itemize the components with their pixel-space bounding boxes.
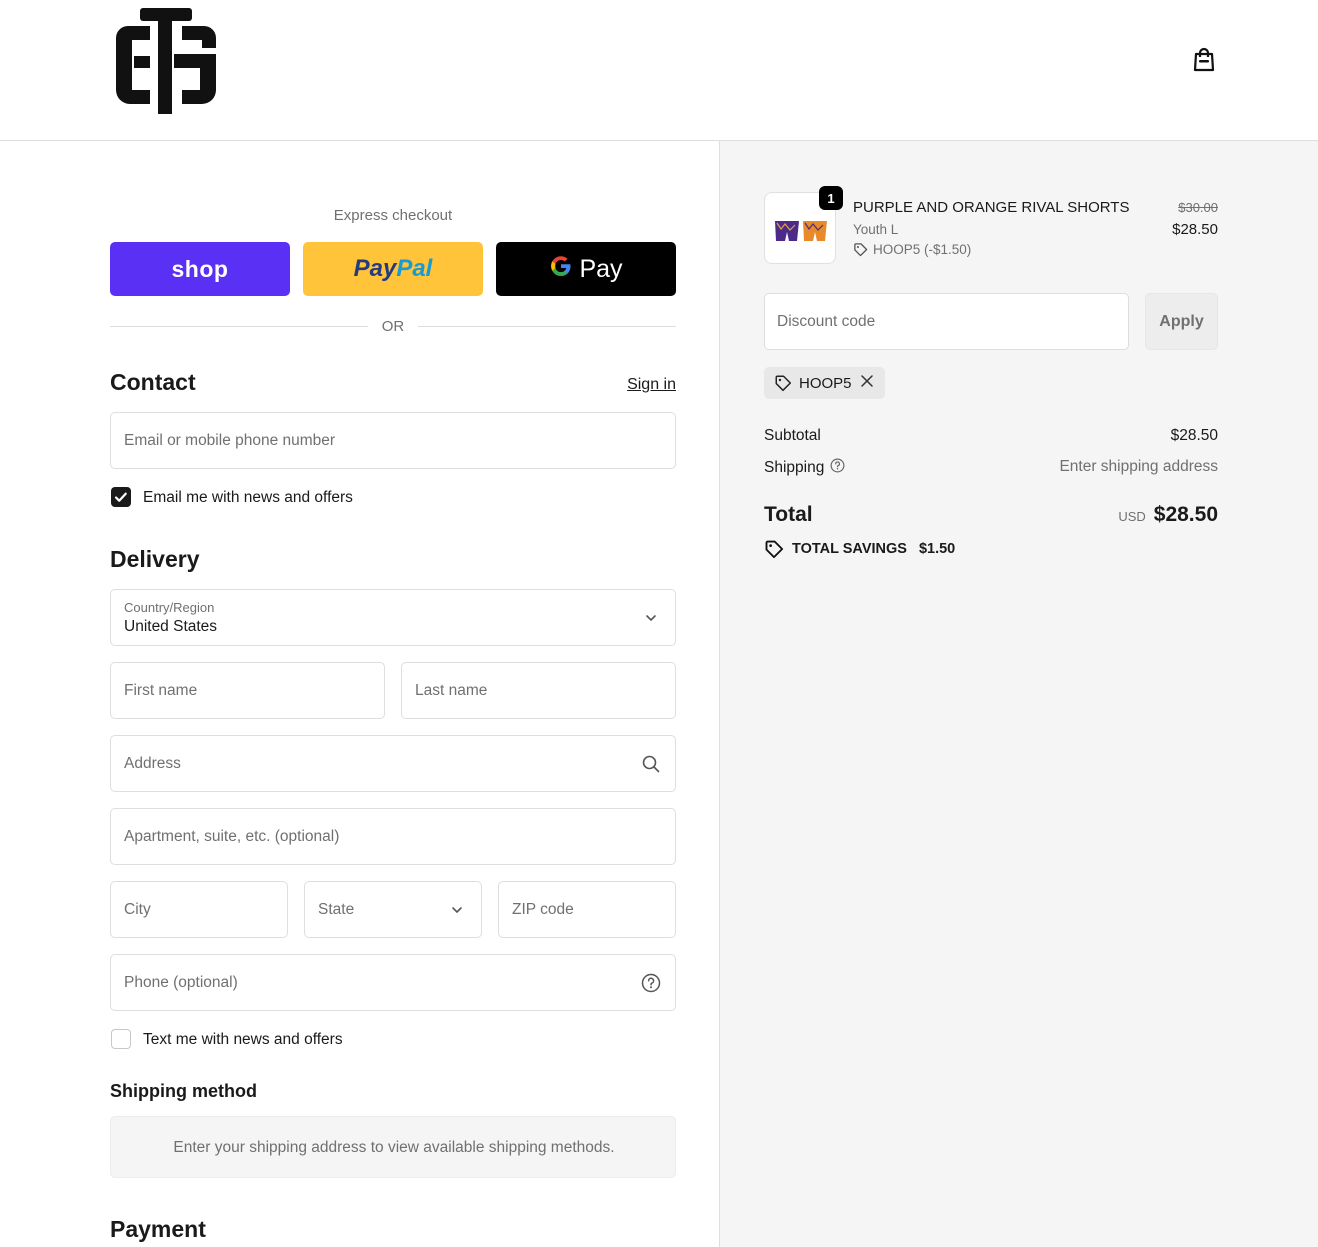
shipping-label: Shipping: [764, 459, 825, 476]
paypal-button[interactable]: Pay Pal: [303, 242, 483, 296]
remove-discount-close-icon[interactable]: [859, 373, 875, 393]
country-label: Country/Region: [124, 600, 215, 615]
address-field[interactable]: Address: [110, 735, 676, 792]
chevron-down-icon: [641, 608, 661, 628]
apartment-placeholder: Apartment, suite, etc. (optional): [124, 828, 340, 845]
product-original-price: $30.00: [1178, 200, 1218, 215]
divider-line-right: [418, 326, 676, 327]
contact-title: Contact: [110, 369, 196, 395]
google-g-icon: [549, 254, 573, 285]
payment-title: Payment: [110, 1216, 206, 1242]
monogram-logo-icon: [116, 8, 216, 114]
chevron-down-icon: [447, 900, 467, 920]
shipping-label-row: Shipping: [764, 458, 845, 478]
subtotal-value: $28.50: [1170, 427, 1218, 444]
zip-field[interactable]: ZIP code: [498, 881, 676, 938]
paypal-label-part1: Pay: [353, 255, 397, 282]
total-savings-value: $1.50: [918, 541, 956, 557]
tag-icon: [765, 540, 784, 559]
shipping-method-message: Enter your shipping address to view avai…: [173, 1139, 615, 1156]
shop-pay-button[interactable]: shop: [110, 242, 290, 296]
discount-code-input[interactable]: Discount code: [764, 293, 1129, 350]
product-name: PURPLE AND ORANGE RIVAL SHORTS: [853, 199, 1130, 216]
applied-discount-code: HOOP5: [799, 374, 852, 392]
apply-discount-button[interactable]: Apply: [1145, 293, 1218, 350]
first-name-placeholder: First name: [124, 682, 198, 699]
google-pay-label: Pay: [579, 254, 623, 283]
country-select[interactable]: Country/Region United States: [110, 589, 676, 646]
apartment-field[interactable]: Apartment, suite, etc. (optional): [110, 808, 676, 865]
first-name-field[interactable]: First name: [110, 662, 385, 719]
email-opt-in-label: Email me with news and offers: [143, 489, 353, 506]
tag-icon: [854, 243, 868, 257]
express-checkout-label: Express checkout: [333, 207, 453, 224]
zip-placeholder: ZIP code: [512, 901, 574, 918]
shipping-value: Enter shipping address: [1059, 458, 1218, 475]
product-discount: HOOP5 (-$1.50): [853, 242, 971, 257]
total-value: $28.50: [1153, 503, 1218, 526]
email-opt-in-checkbox[interactable]: [111, 487, 131, 507]
last-name-field[interactable]: Last name: [401, 662, 676, 719]
product-discount-text: HOOP5 (-$1.50): [873, 242, 972, 257]
discount-code-placeholder: Discount code: [777, 313, 876, 330]
checkout-form: Express checkout shop Pay Pal Pay OR Cont…: [0, 141, 719, 1247]
help-circle-icon[interactable]: [830, 458, 845, 478]
total-savings-label: TOTAL SAVINGS: [792, 541, 907, 557]
search-icon: [641, 754, 661, 774]
phone-placeholder: Phone (optional): [124, 974, 238, 991]
state-placeholder: State: [318, 901, 355, 918]
quantity-badge: 1: [819, 186, 843, 210]
shipping-method-title: Shipping method: [110, 1081, 257, 1101]
or-divider: OR: [110, 317, 676, 337]
order-summary: 1 PURPLE AND ORANGE RIVAL SHORTS Youth L…: [719, 141, 1318, 1247]
product-price: $28.50: [1172, 221, 1218, 238]
total-value-row: USD $28.50: [1020, 503, 1218, 527]
state-select[interactable]: State: [304, 881, 482, 938]
currency-code: USD: [1118, 509, 1146, 524]
tag-icon: [775, 375, 792, 392]
city-placeholder: City: [124, 901, 151, 918]
subtotal-label: Subtotal: [764, 427, 821, 444]
sms-opt-in-label: Text me with news and offers: [143, 1031, 343, 1048]
delivery-title: Delivery: [110, 546, 200, 572]
checkout-header: [0, 0, 1318, 141]
city-field[interactable]: City: [110, 881, 288, 938]
paypal-label-part2: Pal: [396, 255, 433, 282]
country-value: United States: [124, 618, 218, 635]
last-name-placeholder: Last name: [415, 682, 488, 699]
google-pay-button[interactable]: Pay: [496, 242, 676, 296]
email-field[interactable]: Email or mobile phone number: [110, 412, 676, 469]
total-label: Total: [764, 503, 813, 526]
total-savings: TOTAL SAVINGS $1.50: [764, 539, 955, 559]
product-variant: Youth L: [853, 222, 899, 237]
help-circle-icon[interactable]: [641, 973, 661, 993]
checkmark-icon: [114, 492, 127, 502]
applied-discount-tag: HOOP5: [764, 367, 885, 399]
email-placeholder: Email or mobile phone number: [124, 432, 336, 449]
shipping-method-notice: Enter your shipping address to view avai…: [110, 1116, 676, 1178]
sms-opt-in-checkbox[interactable]: [111, 1029, 131, 1049]
store-logo[interactable]: [112, 4, 220, 116]
phone-field[interactable]: Phone (optional): [110, 954, 676, 1011]
shopping-bag-icon[interactable]: [1189, 44, 1219, 74]
address-placeholder: Address: [124, 755, 181, 772]
sign-in-link[interactable]: Sign in: [600, 376, 676, 394]
shop-pay-label: shop: [171, 255, 229, 282]
